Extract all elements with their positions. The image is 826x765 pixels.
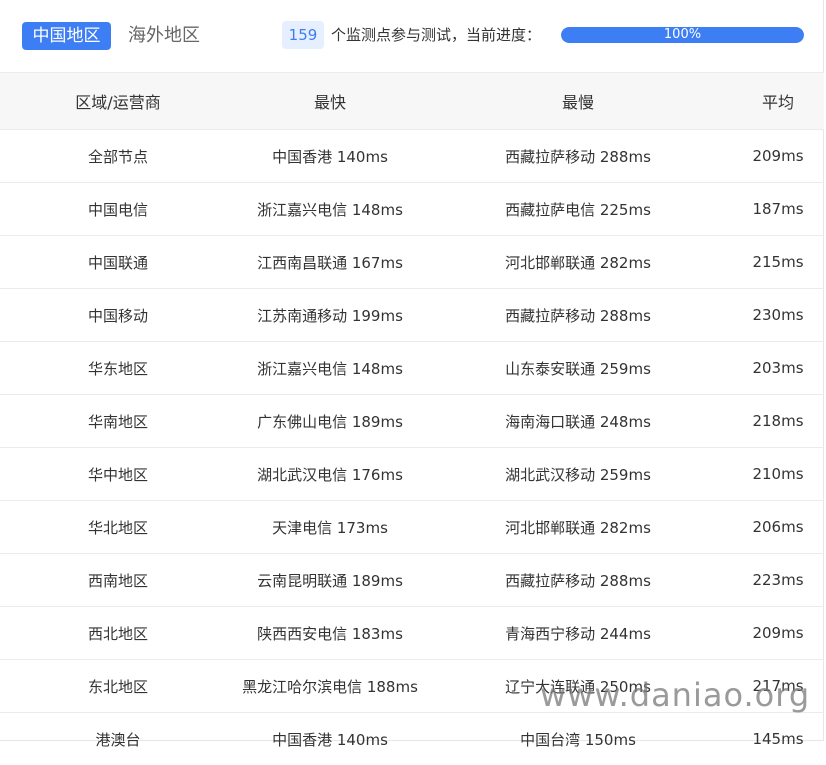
tab-china-region[interactable]: 中国地区 [22, 22, 111, 50]
cell-average: 223ms [732, 554, 824, 607]
header-region: 区域/运营商 [0, 73, 236, 130]
table-row: 华东地区浙江嘉兴电信 148ms山东泰安联通 259ms203ms [0, 342, 824, 395]
cell-average: 206ms [732, 501, 824, 554]
progress-bar: 100% [561, 27, 804, 43]
progress-label: 100% [561, 27, 804, 43]
cell-slowest: 西藏拉萨电信 225ms [424, 183, 732, 236]
cell-average: 209ms [732, 607, 824, 660]
cell-region: 西南地区 [0, 554, 236, 607]
cell-slowest: 青海西宁移动 244ms [424, 607, 732, 660]
cell-region: 港澳台 [0, 713, 236, 765]
cell-fastest: 浙江嘉兴电信 148ms [236, 342, 424, 395]
results-table: 区域/运营商 最快 最慢 平均 全部节点中国香港 140ms西藏拉萨移动 288… [0, 73, 824, 765]
table-row: 华北地区天津电信 173ms河北邯郸联通 282ms206ms [0, 501, 824, 554]
cell-average: 203ms [732, 342, 824, 395]
cell-region: 东北地区 [0, 660, 236, 713]
table-row: 全部节点中国香港 140ms西藏拉萨移动 288ms209ms [0, 130, 824, 183]
cell-fastest: 湖北武汉电信 176ms [236, 448, 424, 501]
region-toolbar: 中国地区 海外地区 159 个监测点参与测试，当前进度： 100% [0, 0, 824, 73]
cell-average: 218ms [732, 395, 824, 448]
table-row: 中国移动江苏南通移动 199ms西藏拉萨移动 288ms230ms [0, 289, 824, 342]
cell-average: 145ms [732, 713, 824, 765]
table-row: 华中地区湖北武汉电信 176ms湖北武汉移动 259ms210ms [0, 448, 824, 501]
cell-region: 中国电信 [0, 183, 236, 236]
table-header-row: 区域/运营商 最快 最慢 平均 [0, 73, 824, 130]
cell-average: 215ms [732, 236, 824, 289]
table-row: 西北地区陕西西安电信 183ms青海西宁移动 244ms209ms [0, 607, 824, 660]
header-slowest: 最慢 [424, 73, 732, 130]
cell-slowest: 中国台湾 150ms [424, 713, 732, 765]
cell-slowest: 西藏拉萨移动 288ms [424, 554, 732, 607]
cell-fastest: 江苏南通移动 199ms [236, 289, 424, 342]
cell-slowest: 河北邯郸联通 282ms [424, 236, 732, 289]
tab-overseas-region[interactable]: 海外地区 [128, 22, 200, 50]
table-row: 中国电信浙江嘉兴电信 148ms西藏拉萨电信 225ms187ms [0, 183, 824, 236]
cell-region: 华中地区 [0, 448, 236, 501]
cell-region: 华东地区 [0, 342, 236, 395]
cell-slowest: 河北邯郸联通 282ms [424, 501, 732, 554]
table-row: 华南地区广东佛山电信 189ms海南海口联通 248ms218ms [0, 395, 824, 448]
cell-average: 187ms [732, 183, 824, 236]
table-row: 西南地区云南昆明联通 189ms西藏拉萨移动 288ms223ms [0, 554, 824, 607]
cell-fastest: 中国香港 140ms [236, 130, 424, 183]
watermark: www.daniao.org [540, 676, 810, 714]
header-average: 平均 [732, 73, 824, 130]
cell-slowest: 海南海口联通 248ms [424, 395, 732, 448]
cell-region: 中国联通 [0, 236, 236, 289]
cell-slowest: 山东泰安联通 259ms [424, 342, 732, 395]
table-row: 港澳台中国香港 140ms中国台湾 150ms145ms [0, 713, 824, 765]
cell-slowest: 湖北武汉移动 259ms [424, 448, 732, 501]
cell-region: 西北地区 [0, 607, 236, 660]
cell-fastest: 黑龙江哈尔滨电信 188ms [236, 660, 424, 713]
cell-fastest: 天津电信 173ms [236, 501, 424, 554]
cell-fastest: 江西南昌联通 167ms [236, 236, 424, 289]
header-fastest: 最快 [236, 73, 424, 130]
cell-region: 华北地区 [0, 501, 236, 554]
progress-description: 个监测点参与测试，当前进度： [331, 21, 541, 49]
cell-fastest: 广东佛山电信 189ms [236, 395, 424, 448]
cell-fastest: 浙江嘉兴电信 148ms [236, 183, 424, 236]
cell-slowest: 西藏拉萨移动 288ms [424, 289, 732, 342]
cell-region: 全部节点 [0, 130, 236, 183]
cell-slowest: 西藏拉萨移动 288ms [424, 130, 732, 183]
cell-region: 中国移动 [0, 289, 236, 342]
cell-fastest: 云南昆明联通 189ms [236, 554, 424, 607]
monitor-count-badge: 159 [282, 21, 324, 49]
cell-fastest: 陕西西安电信 183ms [236, 607, 424, 660]
table-row: 中国联通江西南昌联通 167ms河北邯郸联通 282ms215ms [0, 236, 824, 289]
cell-average: 209ms [732, 130, 824, 183]
speedtest-panel: 中国地区 海外地区 159 个监测点参与测试，当前进度： 100% 区域/运营商… [0, 0, 824, 741]
cell-average: 230ms [732, 289, 824, 342]
cell-region: 华南地区 [0, 395, 236, 448]
cell-fastest: 中国香港 140ms [236, 713, 424, 765]
cell-average: 210ms [732, 448, 824, 501]
